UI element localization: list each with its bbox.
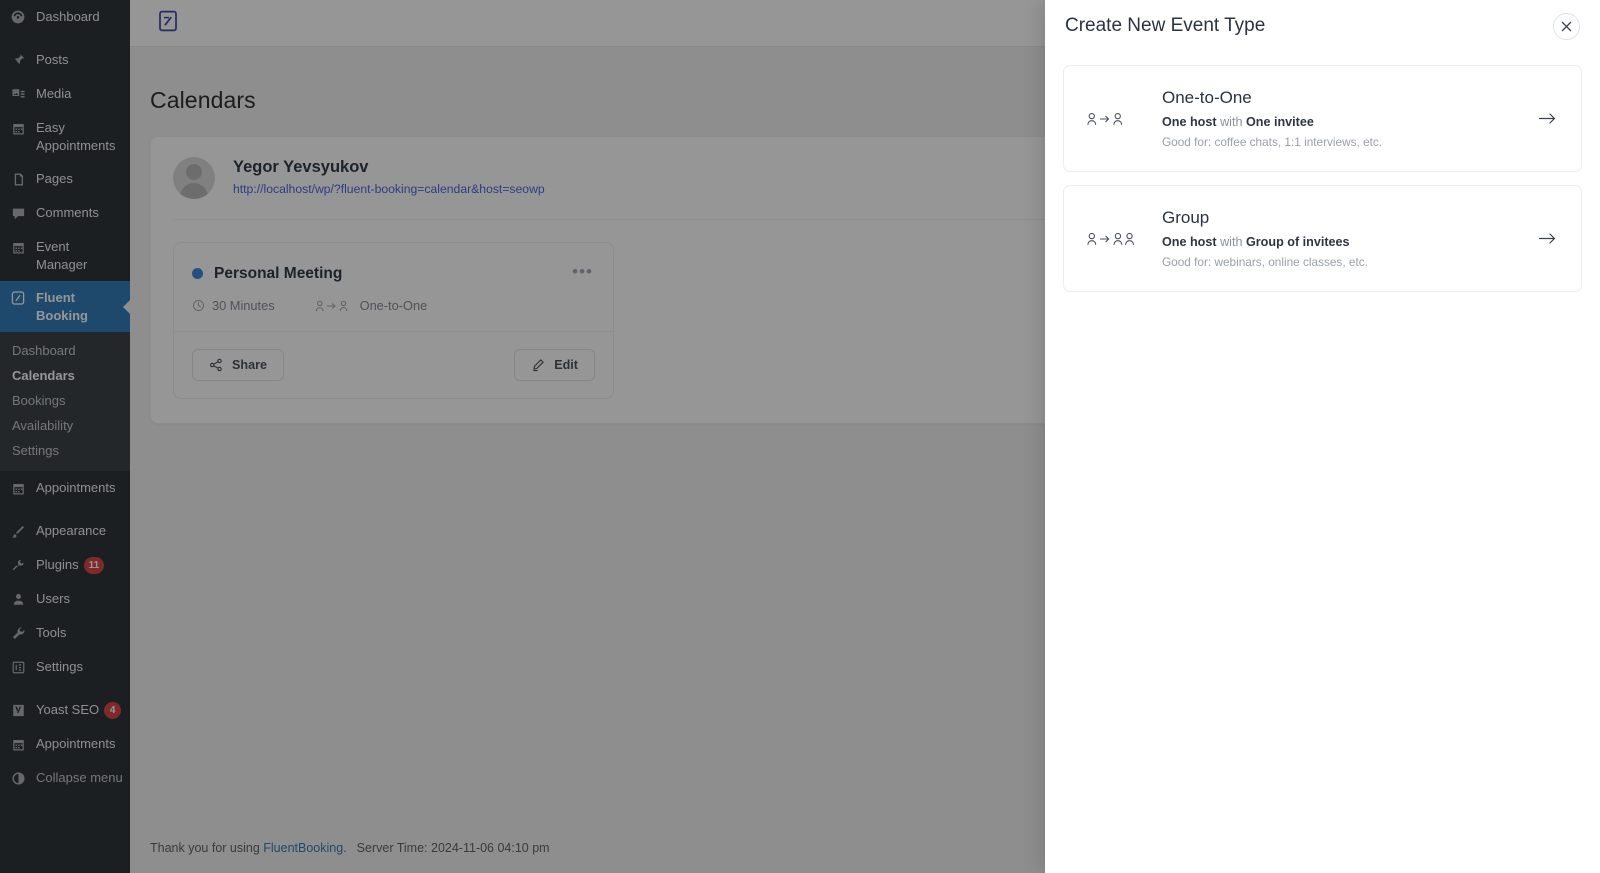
event-type-option-one-to-one[interactable]: One-to-One One host with One invitee Goo… bbox=[1063, 65, 1582, 172]
event-type-invitee-text: Group of invitees bbox=[1245, 235, 1350, 249]
event-type-option-group[interactable]: Group One host with Group of invitees Go… bbox=[1063, 185, 1582, 292]
event-type-subtitle: One host with Group of invitees bbox=[1162, 235, 1538, 249]
event-type-with-text: with bbox=[1216, 115, 1246, 129]
event-type-name: One-to-One bbox=[1162, 88, 1252, 107]
create-event-type-modal: Create New Event Type One-to-One One hos… bbox=[1045, 0, 1600, 873]
event-type-host-text: One host bbox=[1162, 115, 1217, 129]
event-type-invitee-text: One invitee bbox=[1245, 115, 1314, 129]
event-type-hint: Good for: webinars, online classes, etc. bbox=[1162, 255, 1368, 269]
one-to-group-icon bbox=[1086, 231, 1158, 247]
close-icon[interactable] bbox=[1553, 12, 1580, 40]
event-type-subtitle: One host with One invitee bbox=[1162, 115, 1538, 129]
modal-header: Create New Event Type bbox=[1063, 0, 1582, 52]
event-type-host-text: One host bbox=[1162, 235, 1217, 249]
arrow-right-icon bbox=[1538, 111, 1557, 126]
event-type-with-text: with bbox=[1216, 235, 1246, 249]
one-to-one-icon bbox=[1086, 111, 1158, 127]
arrow-right-icon bbox=[1538, 231, 1557, 246]
screen: Dashboard Posts Media Easy Appointments bbox=[0, 0, 1600, 873]
event-type-body: One-to-One One host with One invitee Goo… bbox=[1158, 88, 1538, 149]
event-type-name: Group bbox=[1162, 208, 1210, 227]
modal-title: Create New Event Type bbox=[1065, 15, 1266, 36]
event-type-hint: Good for: coffee chats, 1:1 interviews, … bbox=[1162, 135, 1383, 149]
event-type-body: Group One host with Group of invitees Go… bbox=[1158, 208, 1538, 269]
